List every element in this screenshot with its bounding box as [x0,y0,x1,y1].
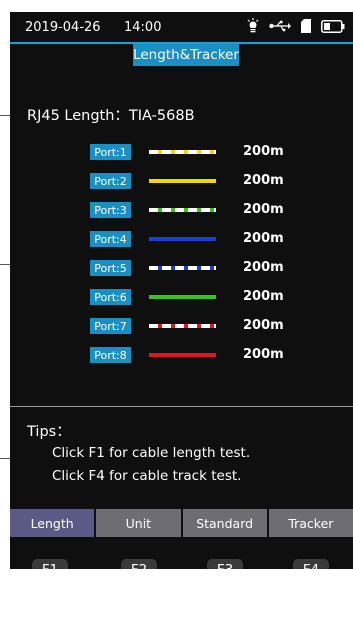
battery-icon [321,19,345,37]
port-label: Port:4 [90,231,131,247]
wire-color-swatch [149,237,216,241]
status-icons [247,18,345,38]
tips-title: Tips： [27,424,71,440]
port-row: Port:2 200m [10,172,353,192]
port-label: Port:7 [90,318,131,334]
port-label: Port:2 [90,173,131,189]
port-length: 200m [243,318,284,333]
port-length: 200m [243,144,284,159]
port-length: 200m [243,347,284,362]
section-divider [10,406,353,407]
port-length: 200m [243,231,284,246]
wire-color-swatch [149,266,216,270]
port-length: 200m [243,173,284,188]
port-label: Port:3 [90,202,131,218]
sd-card-icon [301,19,311,37]
port-row: Port:5 200m [10,259,353,279]
port-label: Port:5 [90,260,131,276]
port-length: 200m [243,289,284,304]
f1-key[interactable]: F1 [32,559,68,569]
status-time: 14:00 [124,20,162,35]
port-length: 200m [243,202,284,217]
wire-color-swatch [149,353,216,357]
wire-color-swatch [149,324,216,328]
softkey-bar: Length Unit Standard Tracker [10,509,353,537]
wire-color-swatch [149,208,216,212]
screen-title: Length&Tracker [133,44,239,66]
bulb-icon [247,18,259,38]
port-label: Port:8 [90,347,131,363]
port-row: Port:7 200m [10,317,353,337]
tip-line: Click F1 for cable length test. [52,445,251,461]
port-label: Port:6 [90,289,131,305]
wire-color-swatch [149,150,216,154]
port-row: Port:4 200m [10,230,353,250]
wire-color-swatch [149,295,216,299]
status-date: 2019-04-26 [25,20,101,35]
port-label: Port:1 [90,144,131,160]
softkey-tracker[interactable]: Tracker [268,509,353,537]
f3-key[interactable]: F3 [207,559,243,569]
usb-icon [269,20,291,36]
softkey-length[interactable]: Length [10,509,95,537]
port-row: Port:6 200m [10,288,353,308]
port-row: Port:1 200m [10,143,353,163]
port-row: Port:3 200m [10,201,353,221]
softkey-standard[interactable]: Standard [182,509,267,537]
port-length: 200m [243,260,284,275]
tip-line: Click F4 for cable track test. [52,468,242,484]
f4-key[interactable]: F4 [293,559,329,569]
f2-key[interactable]: F2 [121,559,157,569]
softkey-unit[interactable]: Unit [96,509,181,537]
status-bar: 2019-04-26 14:00 [10,12,353,42]
device-screen: 2019-04-26 14:00 Length&Tracker RJ45 Len… [10,12,353,569]
standard-label: RJ45 Length：TIA-568B [27,108,195,124]
wire-color-swatch [149,179,216,183]
port-row: Port:8 200m [10,346,353,366]
